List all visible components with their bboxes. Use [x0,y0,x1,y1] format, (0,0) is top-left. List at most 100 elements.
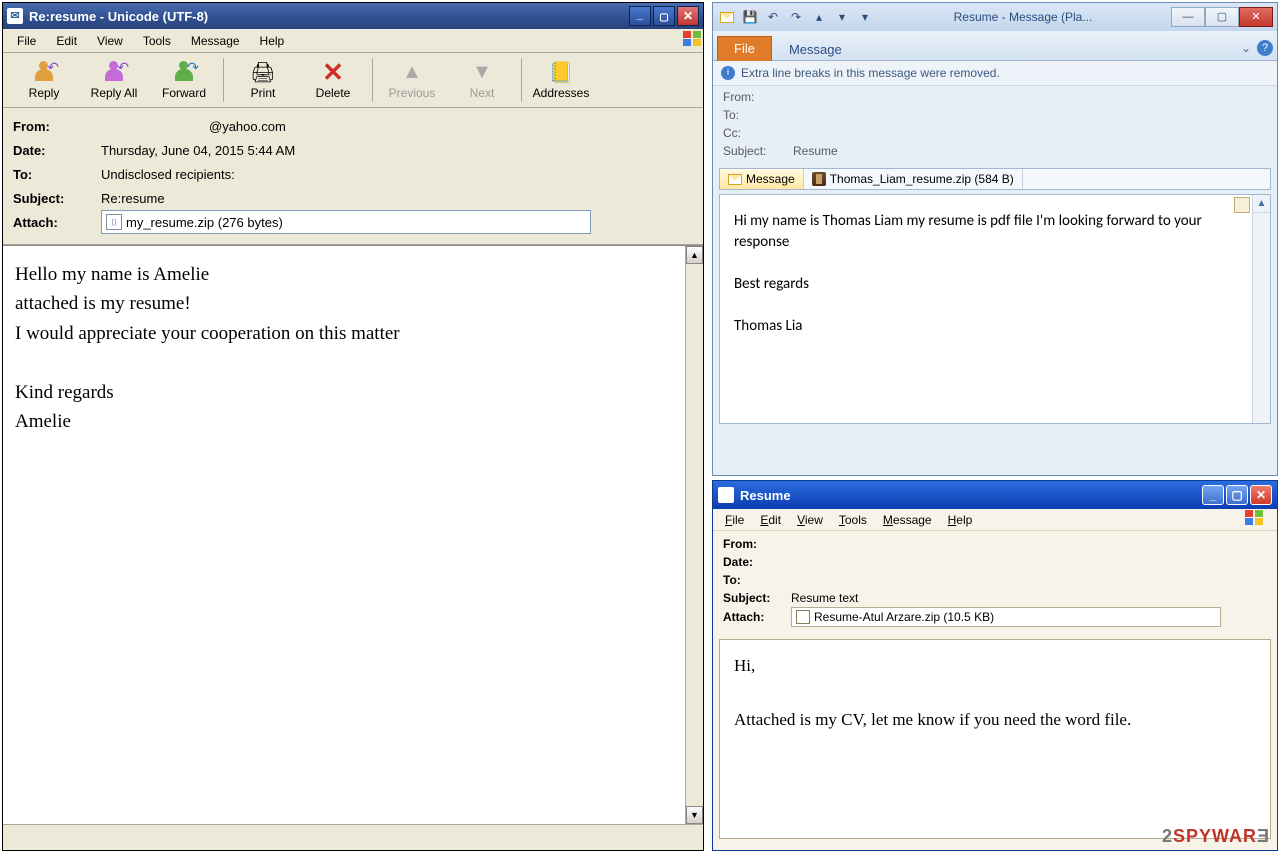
message-headers: From: To: Cc: Subject:Resume [713,86,1277,166]
menu-message[interactable]: Message [875,513,940,527]
close-button[interactable]: ✕ [1239,7,1273,27]
info-icon: i [721,66,735,80]
subject-label: Subject: [723,144,793,162]
attachment-tabs: Message Thomas_Liam_resume.zip (584 B) [719,168,1271,190]
tab-message-body[interactable]: Message [720,169,804,189]
menu-tools[interactable]: Tools [133,30,181,52]
menu-tools[interactable]: Tools [831,513,875,527]
scroll-down-icon[interactable]: ▼ [686,806,703,824]
menu-file[interactable]: File [717,513,752,527]
previous-icon[interactable]: ▴ [809,7,829,27]
mail-icon [728,174,742,185]
message-body[interactable]: Hello my name is Amelie attached is my r… [3,246,685,824]
delete-button[interactable]: ✕Delete [298,55,368,105]
attachment-name: Resume-Atul Arzare.zip (10.5 KB) [814,610,994,624]
subject-value: Resume [793,144,838,162]
watermark: 2SPYWARƎ [1162,826,1270,847]
undo-icon[interactable]: ↶ [763,7,783,27]
mail-icon: ✉ [7,8,23,24]
tab-attachment[interactable]: Thomas_Liam_resume.zip (584 B) [804,169,1023,189]
titlebar[interactable]: Resume _ ▢ ✕ [713,481,1277,509]
window-controls [629,6,699,26]
arrow-up-icon: ▲ [398,60,426,84]
menu-edit[interactable]: Edit [752,513,789,527]
from-label: From: [723,90,793,108]
close-button[interactable]: ✕ [1250,485,1272,505]
outlook-2010-window: 💾 ↶ ↷ ▴ ▾ ▾ Resume - Message (Pla... — ▢… [712,2,1278,476]
minimize-button[interactable] [629,6,651,26]
ribbon-tabs: File Message ⌄ ? [713,31,1277,61]
tab-file[interactable]: File [717,36,772,61]
attach-label: Attach: [723,610,791,624]
print-button[interactable]: 🖨Print [228,55,298,105]
attachment-field[interactable]: Resume-Atul Arzare.zip (10.5 KB) [791,607,1221,627]
reply-all-button[interactable]: ↶Reply All [79,55,149,105]
save-icon[interactable]: 💾 [740,7,760,27]
toolbar: ↶Reply ↶Reply All ↷Forward 🖨Print ✕Delet… [3,53,703,108]
maximize-button[interactable]: ▢ [1205,7,1239,27]
maximize-button[interactable]: ▢ [1226,485,1248,505]
subject-value: Re:resume [101,191,165,206]
next-button[interactable]: ▼Next [447,55,517,105]
arrow-down-icon: ▼ [468,60,496,84]
tag-icon[interactable] [1234,197,1250,213]
scroll-up-icon[interactable]: ▲ [686,246,703,264]
zip-icon [796,610,810,624]
reply-button[interactable]: ↶Reply [9,55,79,105]
message-headers: From: Date: To: Subject:Resume text Atta… [713,531,1277,635]
windows-flag-icon [1237,510,1273,529]
attachment-field[interactable]: ⌷ my_resume.zip (276 bytes) [101,210,591,234]
mail-icon [718,487,734,503]
redo-icon[interactable]: ↷ [786,7,806,27]
addressbook-icon: 📒 [547,60,575,84]
menu-help[interactable]: Help [940,513,981,527]
close-button[interactable] [677,6,699,26]
menu-message[interactable]: Message [181,30,250,52]
qat-more-icon[interactable]: ▾ [855,7,875,27]
menu-help[interactable]: Help [250,30,295,52]
window-title: Resume - Message (Pla... [878,10,1168,24]
menu-file[interactable]: File [7,30,46,52]
from-value: @yahoo.com [209,119,286,134]
printer-icon: 🖨 [249,60,277,84]
message-body[interactable]: Hi, Attached is my CV, let me know if yo… [720,640,1270,746]
to-value: Undisclosed recipients: [101,167,235,182]
scrollbar[interactable]: ▲ [1252,195,1270,423]
menu-view[interactable]: View [789,513,831,527]
from-label: From: [13,119,101,134]
date-value: Thursday, June 04, 2015 5:44 AM [101,143,295,158]
to-label: To: [723,573,791,587]
window-title: Resume [740,488,791,503]
subject-value: Resume text [791,591,858,605]
titlebar[interactable]: ✉ Re:resume - Unicode (UTF-8) [3,3,703,29]
mail-icon [717,7,737,27]
help-icon[interactable]: ? [1257,40,1273,56]
scrollbar[interactable]: ▲ ▼ [685,246,703,824]
menu-edit[interactable]: Edit [46,30,87,52]
maximize-button[interactable] [653,6,675,26]
outlook-express-window-1: ✉ Re:resume - Unicode (UTF-8) File Edit … [2,2,704,851]
forward-button[interactable]: ↷Forward [149,55,219,105]
attachment-name: my_resume.zip (276 bytes) [126,215,283,230]
scroll-up-icon[interactable]: ▲ [1253,195,1270,213]
menubar: File Edit View Tools Message Help [713,509,1277,531]
ribbon-collapse-icon[interactable]: ⌄ [1241,41,1251,55]
archive-icon [812,172,826,186]
info-bar[interactable]: i Extra line breaks in this message were… [713,61,1277,86]
addresses-button[interactable]: 📒Addresses [526,55,596,105]
message-body-pane: Hi, Attached is my CV, let me know if yo… [719,639,1271,839]
menubar: File Edit View Tools Message Help [3,29,703,53]
to-label: To: [723,108,793,126]
minimize-button[interactable]: — [1171,7,1205,27]
tab-message[interactable]: Message [772,37,859,61]
delete-x-icon: ✕ [319,60,347,84]
outlook-express-window-2: Resume _ ▢ ✕ File Edit View Tools Messag… [712,480,1278,851]
next-icon[interactable]: ▾ [832,7,852,27]
previous-button[interactable]: ▲Previous [377,55,447,105]
attach-label: Attach: [13,215,101,230]
subject-label: Subject: [723,591,791,605]
menu-view[interactable]: View [87,30,133,52]
message-body[interactable]: Hi my name is Thomas Liam my resume is p… [720,195,1270,353]
minimize-button[interactable]: _ [1202,485,1224,505]
status-bar [3,824,703,848]
